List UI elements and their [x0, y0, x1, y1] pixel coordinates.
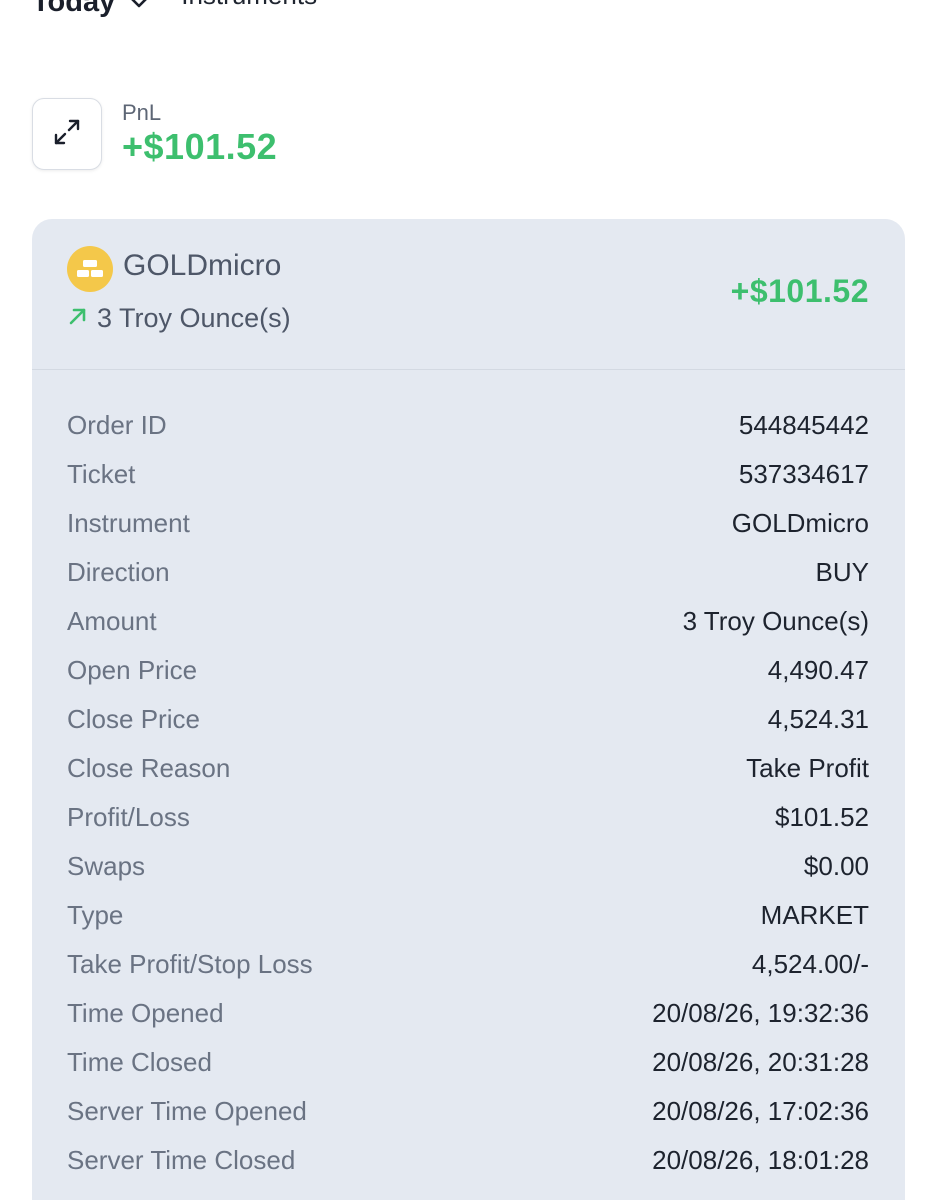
detail-value: 4,524.00/-	[751, 949, 869, 979]
detail-row: Direction BUY	[67, 548, 869, 597]
detail-label: Close Price	[67, 704, 200, 734]
detail-value: 4,524.31	[767, 704, 869, 734]
detail-row: Order ID 544845442	[67, 401, 869, 450]
instruments-filter[interactable]: Instruments	[181, 0, 347, 11]
detail-value: 537334617	[738, 459, 869, 489]
detail-value: 3 Troy Ounce(s)	[682, 606, 869, 636]
trade-card[interactable]: GOLDmicro 3 Troy Ounce(s) +$101.52 Order…	[32, 219, 905, 1200]
period-filter-label: Today	[32, 0, 116, 18]
detail-label: Order ID	[67, 410, 167, 440]
detail-row: Close Price 4,524.31	[67, 695, 869, 744]
gold-bars-icon	[67, 246, 113, 292]
trade-card-header: GOLDmicro 3 Troy Ounce(s) +$101.52	[32, 219, 905, 370]
detail-row: Server Time Opened 20/08/26, 17:02:36	[67, 1087, 869, 1136]
swap-arrows-icon	[50, 115, 84, 154]
detail-label: Server Time Closed	[67, 1145, 296, 1175]
detail-row: Server Time Closed 20/08/26, 18:01:28	[67, 1136, 869, 1185]
detail-row: Take Profit/Stop Loss 4,524.00/-	[67, 940, 869, 989]
detail-value: BUY	[815, 557, 869, 587]
detail-label: Type	[67, 900, 124, 930]
detail-value: 4,490.47	[767, 655, 869, 685]
detail-value: 544845442	[738, 410, 869, 440]
trade-amount-line: 3 Troy Ounce(s)	[67, 303, 291, 334]
detail-value: GOLDmicro	[731, 508, 869, 538]
detail-label: Swaps	[67, 851, 146, 881]
detail-label: Take Profit/Stop Loss	[67, 949, 313, 979]
detail-label: Instrument	[67, 508, 190, 538]
detail-row: Close Reason Take Profit	[67, 744, 869, 793]
detail-value: $101.52	[775, 802, 869, 832]
arrow-up-right-icon	[67, 303, 89, 334]
detail-label: Direction	[67, 557, 170, 587]
chevron-down-icon	[331, 0, 347, 2]
trade-pnl: +$101.52	[730, 273, 869, 309]
instrument-name: GOLDmicro	[123, 249, 282, 282]
detail-label: Time Opened	[67, 998, 224, 1028]
instruments-filter-label: Instruments	[181, 0, 317, 11]
pnl-value: +$101.52	[122, 126, 278, 167]
detail-value: 20/08/26, 17:02:36	[652, 1096, 869, 1126]
pnl-label: PnL	[122, 100, 162, 125]
pnl-text: PnL +$101.52	[122, 100, 277, 168]
detail-row: Amount 3 Troy Ounce(s)	[67, 597, 869, 646]
chevron-down-icon	[129, 0, 149, 10]
detail-label: Profit/Loss	[67, 802, 190, 832]
detail-label: Open Price	[67, 655, 198, 685]
pnl-summary: PnL +$101.52	[32, 98, 277, 170]
detail-row: Time Closed 20/08/26, 20:31:28	[67, 1038, 869, 1087]
detail-value: Take Profit	[746, 753, 869, 783]
trade-details-list: Order ID 544845442 Ticket 537334617 Instrume…	[67, 401, 869, 1185]
swap-button[interactable]	[32, 98, 102, 170]
trade-details-page: Today Instruments PnL +	[0, 0, 941, 1200]
detail-row: Open Price 4,490.47	[67, 646, 869, 695]
detail-value: MARKET	[760, 900, 869, 930]
detail-row: Ticket 537334617	[67, 450, 869, 499]
detail-value: 20/08/26, 19:32:36	[652, 998, 869, 1028]
detail-row: Swaps $0.00	[67, 842, 869, 891]
period-filter[interactable]: Today	[32, 0, 149, 19]
detail-label: Ticket	[67, 459, 136, 489]
trade-amount: 3 Troy Ounce(s)	[97, 303, 291, 333]
filter-bar: Today Instruments	[32, 0, 347, 19]
detail-label: Server Time Opened	[67, 1096, 307, 1126]
detail-value: 20/08/26, 20:31:28	[652, 1047, 869, 1077]
detail-row: Time Opened 20/08/26, 19:32:36	[67, 989, 869, 1038]
detail-row: Profit/Loss $101.52	[67, 793, 869, 842]
detail-label: Close Reason	[67, 753, 231, 783]
detail-label: Time Closed	[67, 1047, 212, 1077]
detail-value: 20/08/26, 18:01:28	[652, 1145, 869, 1175]
detail-row: Instrument GOLDmicro	[67, 499, 869, 548]
detail-row: Type MARKET	[67, 891, 869, 940]
detail-value: $0.00	[803, 851, 869, 881]
detail-label: Amount	[67, 606, 157, 636]
